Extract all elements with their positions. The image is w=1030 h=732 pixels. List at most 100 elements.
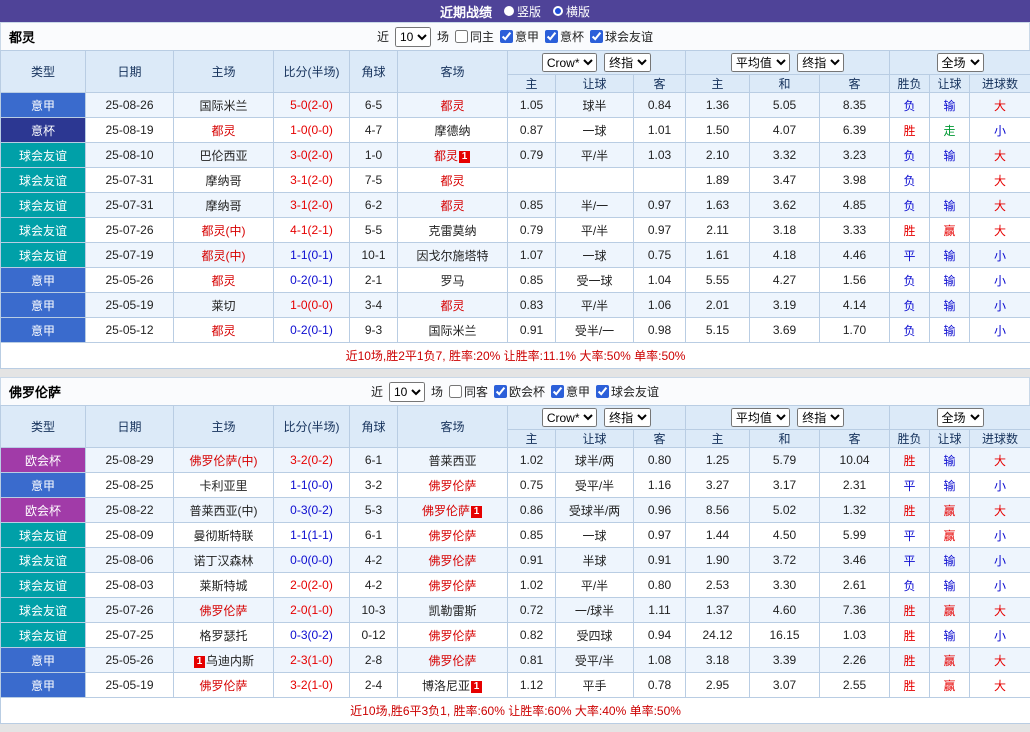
away-team-cell[interactable]: 国际米兰 [398,318,508,343]
home-team-cell[interactable]: 曼彻斯特联 [174,523,274,548]
score-cell[interactable]: 2-3(1-0) [274,648,350,673]
home-team-cell[interactable]: 都灵(中) [174,218,274,243]
league-type-cell[interactable]: 意甲 [1,93,86,118]
home-team-cell[interactable]: 国际米兰 [174,93,274,118]
score-cell[interactable]: 2-0(2-0) [274,573,350,598]
team-link[interactable]: 摩纳哥 [205,174,241,188]
team-link[interactable]: 克雷莫纳 [428,224,476,238]
team-link[interactable]: 莱切 [211,299,235,313]
home-team-cell[interactable]: 都灵(中) [174,243,274,268]
team-link[interactable]: 都灵 [211,274,235,288]
team-link[interactable]: 都灵 [440,299,464,313]
team-link[interactable]: 格罗瑟托 [199,629,247,643]
away-team-cell[interactable]: 凯勒雷斯 [398,598,508,623]
team-link[interactable]: 佛罗伦萨 [422,504,470,518]
odds-company-select[interactable]: Crow* [542,53,597,72]
away-team-cell[interactable]: 佛罗伦萨 [398,523,508,548]
team-link[interactable]: 国际米兰 [199,99,247,113]
team-link[interactable]: 都灵 [440,99,464,113]
league-type-cell[interactable]: 球会友谊 [1,218,86,243]
team-link[interactable]: 佛罗伦萨 [199,604,247,618]
league-type-cell[interactable]: 球会友谊 [1,573,86,598]
team-link[interactable]: 佛罗伦萨 [428,479,476,493]
league-type-cell[interactable]: 意甲 [1,268,86,293]
scope-select[interactable]: 全场 [937,53,984,72]
score-cell[interactable]: 3-1(2-0) [274,168,350,193]
team-link[interactable]: 因戈尔施塔特 [416,249,488,263]
scope-select[interactable]: 全场 [937,408,984,427]
team-link[interactable]: 都灵(中) [202,224,246,238]
avg-company-select[interactable]: 平均值 [731,408,790,427]
odds-company-select[interactable]: Crow* [542,408,597,427]
same-venue-checkbox[interactable] [449,385,462,398]
home-team-cell[interactable]: 摩纳哥 [174,193,274,218]
score-cell[interactable]: 0-2(0-1) [274,268,350,293]
league-type-cell[interactable]: 球会友谊 [1,598,86,623]
league-type-cell[interactable]: 球会友谊 [1,548,86,573]
score-cell[interactable]: 2-0(1-0) [274,598,350,623]
league-type-cell[interactable]: 球会友谊 [1,523,86,548]
score-cell[interactable]: 1-0(0-0) [274,118,350,143]
layout-horizontal-radio[interactable]: 横版 [553,3,590,20]
team-link[interactable]: 佛罗伦萨 [199,679,247,693]
home-team-cell[interactable]: 格罗瑟托 [174,623,274,648]
score-cell[interactable]: 1-1(0-0) [274,473,350,498]
team-link[interactable]: 都灵 [440,174,464,188]
team-link[interactable]: 国际米兰 [428,324,476,338]
league-filter[interactable]: 意甲 [500,28,539,45]
league-type-cell[interactable]: 欧会杯 [1,498,86,523]
home-team-cell[interactable]: 都灵 [174,118,274,143]
score-cell[interactable]: 3-2(0-2) [274,448,350,473]
league-type-cell[interactable]: 意甲 [1,293,86,318]
away-team-cell[interactable]: 普莱西亚 [398,448,508,473]
league-filter[interactable]: 球会友谊 [596,383,659,400]
league-checkbox[interactable] [494,385,507,398]
home-team-cell[interactable]: 1乌迪内斯 [174,648,274,673]
league-filter[interactable]: 意杯 [545,28,584,45]
league-type-cell[interactable]: 意甲 [1,648,86,673]
team-link[interactable]: 曼彻斯特联 [193,529,253,543]
team-link[interactable]: 摩德纳 [434,124,470,138]
home-team-cell[interactable]: 莱切 [174,293,274,318]
layout-vertical-radio[interactable]: 竖版 [504,3,541,20]
home-team-cell[interactable]: 都灵 [174,268,274,293]
avg-company-select[interactable]: 平均值 [731,53,790,72]
league-type-cell[interactable]: 意甲 [1,318,86,343]
team-link[interactable]: 巴伦西亚 [199,149,247,163]
same-venue-filter[interactable]: 同主 [455,28,494,45]
home-team-cell[interactable]: 普莱西亚(中) [174,498,274,523]
team-link[interactable]: 都灵 [434,149,458,163]
team-link[interactable]: 都灵(中) [202,249,246,263]
away-team-cell[interactable]: 都灵 [398,193,508,218]
team-link[interactable]: 佛罗伦萨 [428,654,476,668]
away-team-cell[interactable]: 佛罗伦萨 [398,648,508,673]
away-team-cell[interactable]: 博洛尼亚1 [398,673,508,698]
away-team-cell[interactable]: 都灵1 [398,143,508,168]
score-cell[interactable]: 0-0(0-0) [274,548,350,573]
league-checkbox[interactable] [500,30,513,43]
team-link[interactable]: 佛罗伦萨 [428,579,476,593]
avg-stage-select[interactable]: 终指 [797,408,844,427]
same-venue-checkbox[interactable] [455,30,468,43]
away-team-cell[interactable]: 佛罗伦萨 [398,573,508,598]
team-link[interactable]: 佛罗伦萨 [428,629,476,643]
team-link[interactable]: 普莱西亚 [428,454,476,468]
team-link[interactable]: 罗马 [440,274,464,288]
away-team-cell[interactable]: 摩德纳 [398,118,508,143]
team-link[interactable]: 卡利亚里 [199,479,247,493]
home-team-cell[interactable]: 莱斯特城 [174,573,274,598]
odds-stage-select[interactable]: 终指 [604,53,651,72]
away-team-cell[interactable]: 都灵 [398,168,508,193]
score-cell[interactable]: 0-3(0-2) [274,623,350,648]
league-type-cell[interactable]: 欧会杯 [1,448,86,473]
avg-stage-select[interactable]: 终指 [797,53,844,72]
recent-count-select[interactable]: 10 [389,382,425,402]
team-link[interactable]: 佛罗伦萨 [428,529,476,543]
league-type-cell[interactable]: 球会友谊 [1,168,86,193]
home-team-cell[interactable]: 佛罗伦萨(中) [174,448,274,473]
league-filter[interactable]: 欧会杯 [494,383,545,400]
score-cell[interactable]: 5-0(2-0) [274,93,350,118]
score-cell[interactable]: 1-1(0-1) [274,243,350,268]
away-team-cell[interactable]: 佛罗伦萨1 [398,498,508,523]
score-cell[interactable]: 3-1(2-0) [274,193,350,218]
